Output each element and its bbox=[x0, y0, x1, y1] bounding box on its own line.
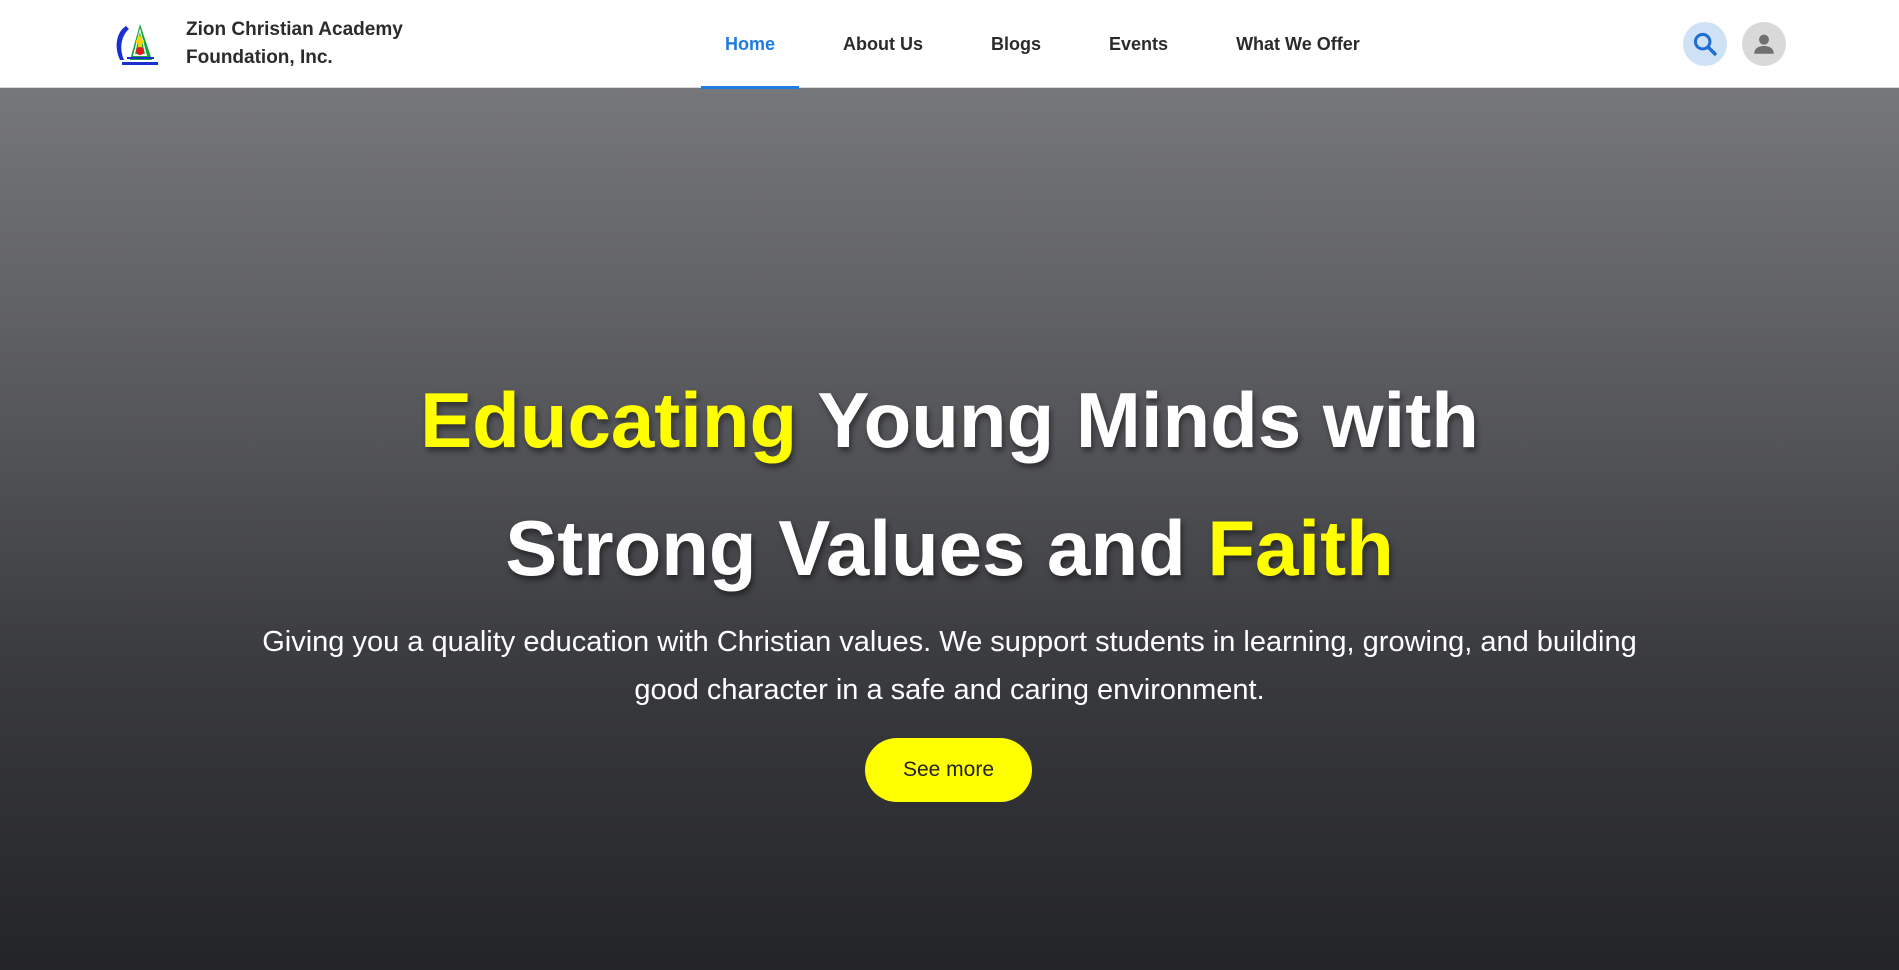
nav-item-blogs[interactable]: Blogs bbox=[967, 0, 1065, 88]
search-icon bbox=[1693, 32, 1717, 56]
user-icon bbox=[1754, 34, 1774, 54]
headline-highlight-educating: Educating bbox=[420, 376, 798, 464]
headline-line-1: Educating Young Minds with bbox=[420, 376, 1479, 464]
hero-section: Educating Young Minds with Strong Values… bbox=[0, 88, 1899, 970]
account-button[interactable] bbox=[1742, 22, 1786, 66]
brand[interactable]: Zion Christian Academy Foundation, Inc. bbox=[112, 14, 426, 74]
headline-text-1: Young Minds with bbox=[817, 376, 1479, 464]
nav-item-about-us[interactable]: About Us bbox=[819, 0, 947, 88]
nav-item-what-we-offer[interactable]: What We Offer bbox=[1212, 0, 1384, 88]
main-nav: Home About Us Blogs Events What We Offer bbox=[701, 0, 1384, 89]
search-button[interactable] bbox=[1683, 22, 1727, 66]
nav-item-home[interactable]: Home bbox=[701, 0, 800, 89]
headline-line-2: Strong Values and Faith bbox=[505, 504, 1393, 592]
page: Zion Christian Academy Foundation, Inc. … bbox=[0, 0, 1899, 970]
headline-text-2: Strong Values and bbox=[505, 504, 1186, 592]
site-header: Zion Christian Academy Foundation, Inc. … bbox=[0, 0, 1899, 89]
school-logo-icon bbox=[112, 18, 164, 70]
nav-item-events[interactable]: Events bbox=[1085, 0, 1192, 88]
brand-name: Zion Christian Academy Foundation, Inc. bbox=[186, 19, 403, 68]
headline-highlight-faith: Faith bbox=[1207, 504, 1394, 592]
see-more-button[interactable]: See more bbox=[865, 738, 1032, 802]
hero-headline: Educating Young Minds with Strong Values… bbox=[0, 356, 1899, 612]
hero-subtext: Giving you a quality education with Chri… bbox=[262, 626, 1637, 706]
